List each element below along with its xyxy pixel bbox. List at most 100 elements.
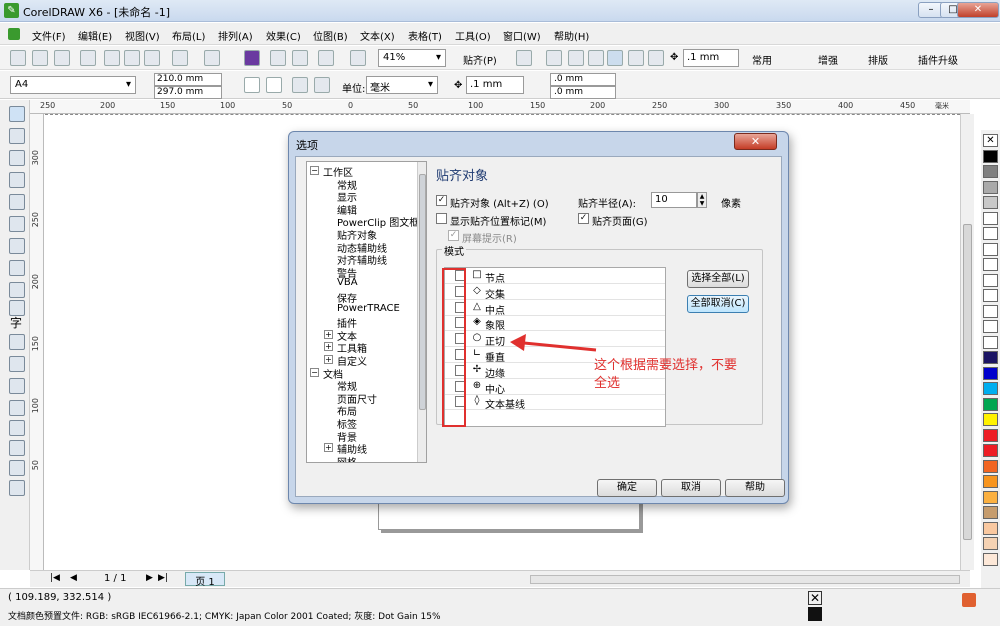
palette-swatch[interactable] (983, 459, 998, 473)
palette-swatch[interactable] (983, 475, 998, 488)
menu-effects[interactable]: 效果(C) (266, 28, 301, 43)
app-menu-icon[interactable] (8, 28, 20, 40)
ellipse-tool-icon[interactable] (9, 260, 25, 276)
menu-text[interactable]: 文本(X) (360, 28, 395, 43)
ok-button[interactable]: 确定 (597, 479, 657, 497)
smart-fill-tool-icon[interactable] (9, 216, 25, 232)
user-icon[interactable] (962, 593, 976, 607)
shape-tool-icon[interactable] (9, 128, 25, 144)
open-icon[interactable] (32, 50, 48, 66)
deselect-all-button[interactable]: 全部取消(C) (687, 295, 749, 313)
freehand-tool-icon[interactable] (9, 194, 25, 210)
tree-expander-icon[interactable]: − (310, 166, 319, 175)
last-page-icon[interactable]: ▶| (158, 573, 168, 583)
current-page-icon[interactable] (314, 77, 330, 93)
interactive-fill-tool-icon[interactable] (9, 480, 25, 496)
tree-expander-icon[interactable]: + (324, 329, 333, 339)
palette-swatch[interactable] (983, 444, 998, 457)
dynamic-guides-icon[interactable] (546, 50, 562, 66)
undo-icon[interactable] (172, 50, 188, 66)
toolbar-btn-plugin-upgrade[interactable]: 插件升级 (918, 52, 958, 67)
palette-swatch[interactable] (983, 304, 998, 318)
palette-swatch[interactable]: ✕ (983, 134, 998, 147)
application-launcher-icon[interactable] (350, 50, 366, 66)
help-button[interactable]: 帮助 (725, 479, 785, 497)
palette-swatch[interactable] (983, 196, 998, 209)
menu-edit[interactable]: 编辑(E) (78, 28, 112, 43)
outline-pen-tool-icon[interactable] (9, 440, 25, 456)
palette-swatch[interactable] (983, 413, 998, 426)
fill-tool-icon[interactable] (9, 460, 25, 476)
palette-swatch[interactable] (983, 366, 998, 380)
menu-table[interactable]: 表格(T) (408, 28, 442, 43)
prev-page-icon[interactable]: ◀ (70, 573, 77, 583)
crop-tool-icon[interactable] (9, 150, 25, 166)
show-marker-checkbox[interactable] (436, 213, 447, 224)
redo-icon[interactable] (204, 50, 220, 66)
tree-item[interactable]: PowerTRACE (337, 303, 400, 314)
options-icon[interactable] (648, 50, 664, 66)
menu-file[interactable]: 文件(F) (32, 28, 66, 43)
palette-swatch[interactable] (983, 382, 998, 395)
palette-swatch[interactable] (983, 428, 998, 442)
menu-help[interactable]: 帮助(H) (554, 28, 589, 43)
horizontal-scrollbar[interactable] (530, 575, 960, 584)
duplicate-y-input[interactable]: .0 mm (550, 86, 616, 99)
snap-page-checkbox[interactable]: ✓ (578, 213, 589, 224)
menu-tools[interactable]: 工具(O) (455, 28, 491, 43)
dialog-close-button[interactable]: ✕ (734, 133, 777, 150)
outline-none-icon[interactable]: ✕ (808, 591, 822, 605)
palette-swatch[interactable] (983, 180, 998, 194)
page-size-select[interactable]: A4 ▾ (10, 76, 136, 94)
palette-swatch[interactable] (983, 165, 998, 178)
snap-mode-row[interactable]: ◊ 文本基线 (445, 394, 665, 411)
tree-scroll-thumb[interactable] (419, 174, 426, 410)
tree-expander-icon[interactable]: + (324, 355, 333, 364)
palette-swatch[interactable] (983, 351, 998, 364)
table-tool-icon[interactable] (9, 334, 25, 350)
horizontal-ruler[interactable]: 250 200 150 100 50 0 50 100 150 200 250 … (30, 100, 970, 114)
tree-item[interactable]: 网格 (337, 454, 357, 462)
tree-expander-icon[interactable]: + (324, 443, 333, 453)
palette-swatch[interactable] (983, 335, 998, 349)
tree-scrollbar[interactable] (417, 162, 426, 462)
corel-connect-icon[interactable] (244, 50, 260, 66)
palette-swatch[interactable] (983, 490, 998, 504)
export-icon[interactable] (292, 50, 308, 66)
palette-swatch[interactable] (983, 537, 998, 550)
menu-window[interactable]: 窗口(W) (503, 28, 541, 43)
cancel-button[interactable]: 取消 (661, 479, 721, 497)
menu-bitmaps[interactable]: 位图(B) (313, 28, 348, 43)
dimension-tool-icon[interactable] (9, 356, 25, 372)
import-icon[interactable] (270, 50, 286, 66)
copy-icon[interactable] (124, 50, 140, 66)
histogram-icon[interactable] (628, 50, 644, 66)
menu-arrange[interactable]: 排列(A) (218, 28, 253, 43)
menu-layout[interactable]: 布局(L) (172, 28, 205, 43)
snap-radius-spinner[interactable]: ▲ ▼ (697, 192, 707, 208)
save-icon[interactable] (54, 50, 70, 66)
palette-swatch[interactable] (983, 258, 998, 271)
snap-active-icon[interactable] (607, 50, 623, 66)
zoom-select[interactable]: 41% ▾ (378, 49, 446, 67)
page-tab[interactable]: 页 1 (185, 572, 225, 588)
print-icon[interactable] (80, 50, 96, 66)
duplicate-x-input[interactable]: .0 mm (550, 73, 616, 86)
tree-expander-icon[interactable]: + (324, 342, 333, 352)
toolbar-nudge-input[interactable]: .1 mm (683, 49, 739, 67)
screen-tip-checkbox[interactable]: ✓ (448, 230, 459, 241)
zoom-tool-icon[interactable] (9, 172, 25, 188)
fill-color-indicator[interactable] (808, 607, 822, 621)
palette-swatch[interactable] (983, 289, 998, 302)
palette-swatch[interactable] (983, 320, 998, 333)
tree-expander-icon[interactable]: − (310, 367, 319, 377)
palette-swatch[interactable] (983, 211, 998, 225)
close-button[interactable]: ✕ (957, 2, 999, 18)
select-all-button[interactable]: 选择全部(L) (687, 270, 749, 288)
all-pages-icon[interactable] (292, 77, 308, 93)
toolbar-btn-typeset[interactable]: 排版 (868, 52, 888, 67)
rectangle-tool-icon[interactable] (9, 238, 25, 254)
snap-objects-checkbox[interactable]: ✓ (436, 195, 447, 206)
text-tool-icon[interactable]: 字 (10, 314, 22, 331)
pick-tool-icon[interactable] (9, 106, 25, 122)
